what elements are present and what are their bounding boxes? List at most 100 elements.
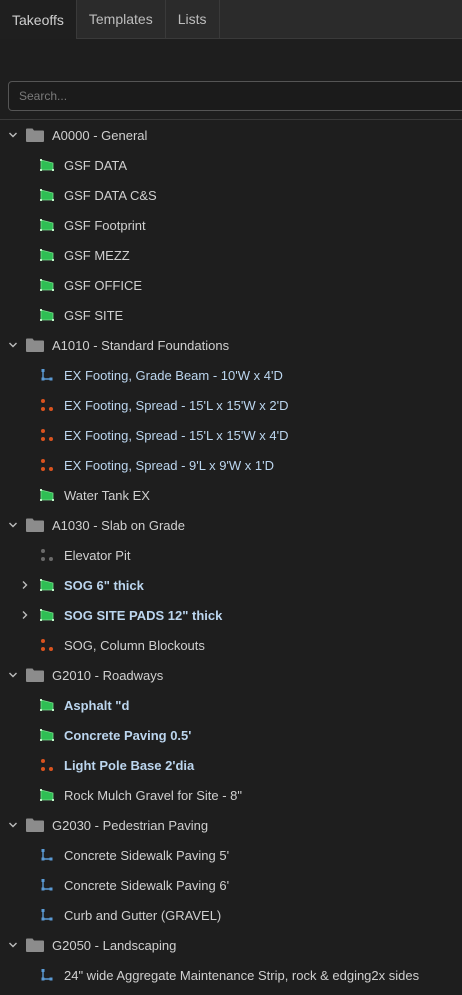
area-measure-icon [39, 307, 55, 323]
item-label: Elevator Pit [64, 547, 131, 563]
item-label: SOG, Column Blockouts [64, 637, 205, 653]
area-measure-icon [39, 727, 55, 743]
count-measure-icon [39, 427, 55, 443]
area-measure-icon [39, 607, 55, 623]
takeoff-item-row[interactable]: GSF DATA C&S [0, 180, 462, 210]
area-measure-icon [39, 697, 55, 713]
chevron-down-icon[interactable] [8, 520, 18, 530]
item-label: GSF DATA [64, 157, 128, 173]
item-label: Curb and Gutter (GRAVEL) [64, 907, 222, 923]
item-label: EX Footing, Spread - 15'L x 15'W x 2'D [64, 397, 289, 413]
area-measure-icon [39, 577, 55, 593]
tree-folder-row[interactable]: G2050 - Landscaping [0, 930, 462, 960]
takeoff-item-row[interactable]: SOG SITE PADS 12" thick [0, 600, 462, 630]
item-label: Light Pole Base 2'dia [64, 757, 195, 773]
linear-measure-icon [39, 877, 55, 893]
folder-icon [26, 517, 44, 533]
takeoff-item-row[interactable]: Asphalt "d [0, 690, 462, 720]
tab-bar: Takeoffs Templates Lists [0, 0, 462, 39]
linear-measure-icon [39, 907, 55, 923]
tree-folder-row[interactable]: A1010 - Standard Foundations [0, 330, 462, 360]
area-measure-icon [39, 217, 55, 233]
folder-icon [26, 937, 44, 953]
tree-folder-row[interactable]: G2030 - Pedestrian Paving [0, 810, 462, 840]
chevron-down-icon[interactable] [8, 130, 18, 140]
takeoff-item-row[interactable]: GSF OFFICE [0, 270, 462, 300]
tab-lists[interactable]: Lists [166, 0, 220, 38]
takeoff-item-row[interactable]: Light Pole Base 2'dia [0, 750, 462, 780]
item-label: Asphalt "d [64, 697, 130, 713]
takeoff-item-row[interactable]: EX Footing, Spread - 15'L x 15'W x 2'D [0, 390, 462, 420]
takeoff-item-row[interactable]: Concrete Sidewalk Paving 6' [0, 870, 462, 900]
folder-label: G2010 - Roadways [52, 667, 164, 683]
item-label: GSF MEZZ [64, 247, 130, 263]
takeoff-item-row[interactable]: Curb and Gutter (GRAVEL) [0, 900, 462, 930]
linear-measure-icon [39, 847, 55, 863]
item-label: EX Footing, Spread - 9'L x 9'W x 1'D [64, 457, 274, 473]
takeoff-item-row[interactable]: GSF Footprint [0, 210, 462, 240]
chevron-down-icon[interactable] [8, 670, 18, 680]
takeoff-item-row[interactable]: EX Footing, Grade Beam - 10'W x 4'D [0, 360, 462, 390]
count-measure-icon [39, 637, 55, 653]
area-measure-icon [39, 247, 55, 263]
folder-icon [26, 817, 44, 833]
item-label: Rock Mulch Gravel for Site - 8" [64, 787, 243, 803]
tree-folder-row[interactable]: G2010 - Roadways [0, 660, 462, 690]
item-label: GSF DATA C&S [64, 187, 157, 203]
area-measure-icon [39, 487, 55, 503]
item-label: Concrete Sidewalk Paving 6' [64, 877, 230, 893]
folder-icon [26, 337, 44, 353]
linear-measure-icon [39, 367, 55, 383]
tab-takeoffs[interactable]: Takeoffs [0, 0, 77, 39]
area-measure-icon [39, 277, 55, 293]
takeoff-tree: A0000 - General GSF DATA GSF DATA C&S GSF F… [0, 120, 462, 990]
takeoff-item-row[interactable]: 24" wide Aggregate Maintenance Strip, ro… [0, 960, 462, 990]
takeoff-item-row[interactable]: Rock Mulch Gravel for Site - 8" [0, 780, 462, 810]
folder-label: G2050 - Landscaping [52, 937, 177, 953]
tree-folder-row[interactable]: A1030 - Slab on Grade [0, 510, 462, 540]
item-label: SOG 6" thick [64, 577, 144, 593]
takeoff-item-row[interactable]: GSF MEZZ [0, 240, 462, 270]
chevron-right-icon[interactable] [20, 610, 30, 620]
item-label: GSF SITE [64, 307, 124, 323]
folder-icon [26, 127, 44, 143]
search-input[interactable] [8, 81, 462, 111]
count-measure-icon [39, 457, 55, 473]
item-label: EX Footing, Grade Beam - 10'W x 4'D [64, 367, 283, 383]
item-label: Concrete Sidewalk Paving 5' [64, 847, 230, 863]
area-measure-icon [39, 787, 55, 803]
takeoff-item-row[interactable]: EX Footing, Spread - 15'L x 15'W x 4'D [0, 420, 462, 450]
chevron-down-icon[interactable] [8, 940, 18, 950]
count-measure-icon [39, 397, 55, 413]
item-label: SOG SITE PADS 12" thick [64, 607, 223, 623]
item-label: EX Footing, Spread - 15'L x 15'W x 4'D [64, 427, 289, 443]
item-label: GSF OFFICE [64, 277, 142, 293]
folder-label: A0000 - General [52, 127, 148, 143]
folder-icon [26, 667, 44, 683]
area-measure-icon [39, 187, 55, 203]
count-measure-icon [39, 757, 55, 773]
item-label: 24" wide Aggregate Maintenance Strip, ro… [64, 967, 420, 983]
item-label: Water Tank EX [64, 487, 150, 503]
item-label: Concrete Paving 0.5' [64, 727, 192, 743]
takeoff-item-row[interactable]: GSF DATA [0, 150, 462, 180]
takeoff-item-row[interactable]: Elevator Pit [0, 540, 462, 570]
search-container [8, 81, 462, 111]
item-label: GSF Footprint [64, 217, 146, 233]
folder-label: A1010 - Standard Foundations [52, 337, 230, 353]
takeoff-item-row[interactable]: EX Footing, Spread - 9'L x 9'W x 1'D [0, 450, 462, 480]
takeoff-item-row[interactable]: GSF SITE [0, 300, 462, 330]
takeoff-item-row[interactable]: SOG 6" thick [0, 570, 462, 600]
takeoff-item-row[interactable]: Water Tank EX [0, 480, 462, 510]
folder-label: A1030 - Slab on Grade [52, 517, 185, 533]
takeoff-item-row[interactable]: SOG, Column Blockouts [0, 630, 462, 660]
tree-folder-row[interactable]: A0000 - General [0, 120, 462, 150]
tab-templates[interactable]: Templates [77, 0, 166, 38]
count-measure-icon [39, 547, 55, 563]
takeoff-item-row[interactable]: Concrete Sidewalk Paving 5' [0, 840, 462, 870]
chevron-right-icon[interactable] [20, 580, 30, 590]
takeoff-item-row[interactable]: Concrete Paving 0.5' [0, 720, 462, 750]
chevron-down-icon[interactable] [8, 340, 18, 350]
area-measure-icon [39, 157, 55, 173]
chevron-down-icon[interactable] [8, 820, 18, 830]
